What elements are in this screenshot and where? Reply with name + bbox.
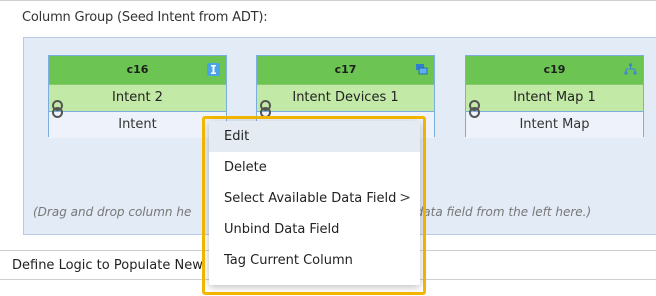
card-id: c17	[334, 63, 357, 76]
menu-item-label: Select Available Data Field	[224, 191, 397, 206]
top-divider	[0, 0, 656, 1]
column-card-c19[interactable]: c19 Intent Map 1 Intent Map	[465, 55, 644, 138]
menu-item-label: Edit	[224, 129, 250, 144]
card-type: Intent	[49, 111, 226, 138]
card-name[interactable]: Intent Devices 1	[257, 84, 434, 111]
card-id: c16	[126, 63, 149, 76]
link-icon	[52, 100, 63, 118]
card-id: c19	[543, 63, 566, 76]
devices-icon	[416, 64, 428, 75]
card-header[interactable]: c16	[49, 56, 226, 84]
card-header[interactable]: c17	[257, 56, 434, 84]
card-type: Intent Map	[466, 111, 643, 138]
menu-item-label: Unbind Data Field	[224, 222, 340, 237]
menu-item-delete[interactable]: Delete	[209, 152, 420, 183]
context-menu: Edit Delete Select Available Data Field …	[209, 121, 420, 285]
menu-item-label: Tag Current Column	[224, 253, 353, 268]
card-name[interactable]: Intent 2	[49, 84, 226, 111]
chevron-right-icon: >	[399, 190, 411, 206]
link-icon	[469, 100, 480, 118]
menu-item-edit[interactable]: Edit	[209, 121, 420, 152]
column-card-c16[interactable]: c16 Intent 2 Intent	[48, 55, 227, 138]
define-logic-label: Define Logic to Populate New	[12, 258, 203, 273]
menu-item-unbind-data-field[interactable]: Unbind Data Field	[209, 214, 420, 245]
map-icon	[624, 63, 637, 75]
card-name[interactable]: Intent Map 1	[466, 84, 643, 111]
intent-icon	[207, 63, 220, 76]
section-title: Column Group (Seed Intent from ADT):	[22, 10, 268, 25]
menu-item-label: Delete	[224, 160, 267, 175]
menu-item-tag-current-column[interactable]: Tag Current Column	[209, 245, 420, 276]
card-header[interactable]: c19	[466, 56, 643, 84]
menu-item-select-data-field[interactable]: Select Available Data Field >	[209, 183, 420, 214]
